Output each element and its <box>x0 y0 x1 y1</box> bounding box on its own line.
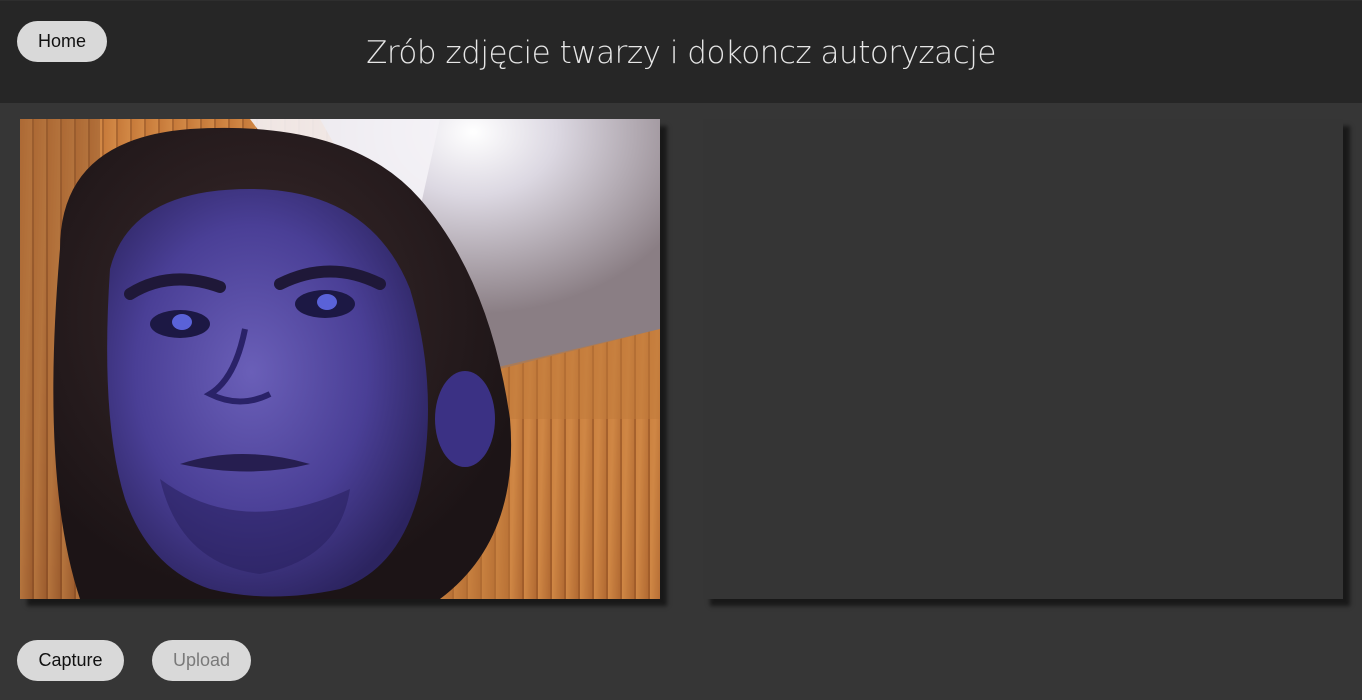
header-bar: Home Zrób zdjęcie twarzy i dokoncz autor… <box>0 0 1362 103</box>
capture-button[interactable]: Capture <box>17 640 124 681</box>
webcam-frame-image <box>20 119 660 599</box>
captured-photo-panel <box>703 119 1343 599</box>
page-title: Zrób zdjęcie twarzy i dokoncz autoryzacj… <box>366 35 996 71</box>
webcam-video-feed <box>20 119 660 599</box>
upload-button[interactable]: Upload <box>152 640 251 681</box>
